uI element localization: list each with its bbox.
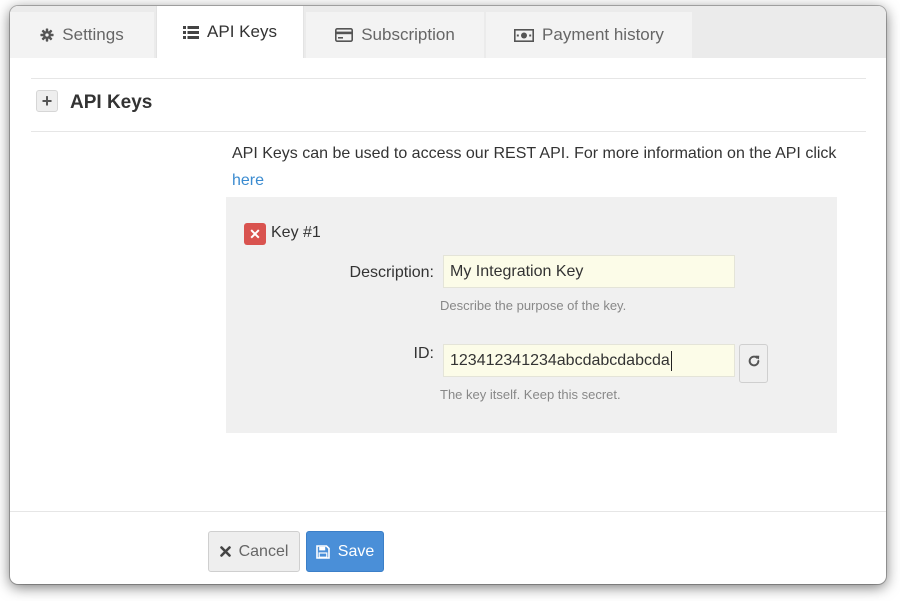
- id-label: ID:: [413, 345, 434, 362]
- footer: Cancel Save: [10, 511, 886, 584]
- credit-card-icon: [335, 28, 354, 42]
- tab-payment-history-label: Payment history: [542, 25, 664, 44]
- money-icon: [514, 28, 535, 42]
- expand-button[interactable]: +: [36, 90, 58, 112]
- tab-api-keys-label: API Keys: [207, 22, 277, 41]
- close-icon: ✕: [249, 225, 261, 242]
- cancel-button[interactable]: Cancel: [208, 531, 300, 572]
- api-keys-dialog: Settings API Keys Subscription Payment h…: [10, 6, 886, 584]
- id-help: The key itself. Keep this secret.: [440, 387, 621, 402]
- id-field[interactable]: 123412341234abcdabcdabcda: [443, 344, 735, 377]
- id-value: 123412341234abcdabcdabcda: [450, 351, 670, 369]
- tab-bar: Settings API Keys Subscription Payment h…: [10, 6, 886, 58]
- intro-description: API Keys can be used to access our REST …: [232, 145, 837, 162]
- floppy-disk-icon: [315, 544, 330, 559]
- tab-api-keys[interactable]: API Keys: [156, 6, 304, 58]
- description-field[interactable]: My Integration Key: [443, 255, 735, 288]
- tab-subscription[interactable]: Subscription: [306, 12, 484, 58]
- close-icon: [219, 546, 231, 557]
- gear-icon: [40, 28, 54, 42]
- description-value: My Integration Key: [450, 262, 584, 280]
- intro-text: API Keys can be used to access our REST …: [232, 140, 852, 194]
- tab-settings[interactable]: Settings: [10, 12, 154, 58]
- description-help: Describe the purpose of the key.: [440, 298, 627, 313]
- api-docs-link[interactable]: here: [232, 172, 264, 189]
- cancel-label: Cancel: [238, 542, 289, 560]
- regenerate-key-button[interactable]: [739, 344, 768, 383]
- key-title: Key #1: [271, 224, 321, 241]
- section-title: API Keys: [70, 92, 153, 113]
- tab-settings-label: Settings: [62, 25, 124, 44]
- tab-subscription-label: Subscription: [361, 25, 455, 44]
- save-label: Save: [337, 542, 375, 560]
- key-panel: ✕ Key #1 Description: My Integration Key…: [226, 197, 837, 433]
- text-caret: [670, 350, 672, 371]
- section-header: + API Keys: [31, 78, 866, 132]
- refresh-icon: [747, 354, 761, 373]
- tab-payment-history[interactable]: Payment history: [486, 12, 692, 58]
- plus-icon: +: [41, 90, 53, 111]
- list-icon: [183, 25, 200, 39]
- save-button[interactable]: Save: [306, 531, 384, 572]
- description-label: Description:: [349, 264, 434, 281]
- delete-key-button[interactable]: ✕: [244, 223, 266, 245]
